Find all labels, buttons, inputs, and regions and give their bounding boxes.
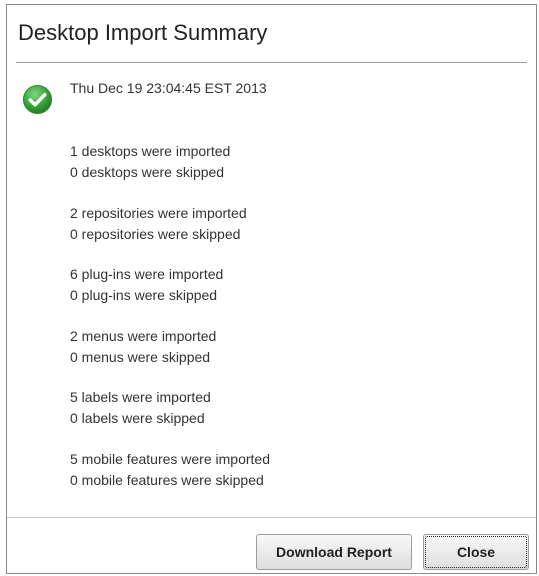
summary-group-labels: 5 labels were imported 0 labels were ski… xyxy=(70,387,270,449)
check-circle-icon xyxy=(22,84,53,115)
summary-group-desktops: 1 desktops were imported 0 desktops were… xyxy=(70,141,270,203)
summary-group-plug-ins: 6 plug-ins were imported 0 plug-ins were… xyxy=(70,264,270,326)
summary-group-menus: 2 menus were imported 0 menus were skipp… xyxy=(70,326,270,388)
summary-skipped-line: 0 repositories were skipped xyxy=(70,225,241,242)
dialog-title: Desktop Import Summary xyxy=(18,20,268,45)
footer-divider xyxy=(7,517,536,518)
summary-imported-line: 2 repositories were imported xyxy=(70,204,247,221)
summary-skipped-line: 0 labels were skipped xyxy=(70,410,205,427)
summary-skipped-line: 0 mobile features were skipped xyxy=(70,471,264,488)
summary-imported-line: 5 mobile features were imported xyxy=(70,450,270,467)
import-summary-dialog: Desktop Import Summary Thu Dec 19 23:04:… xyxy=(6,4,537,574)
summary-skipped-line: 0 desktops were skipped xyxy=(70,164,225,180)
summary-skipped-line: 0 menus were skipped xyxy=(70,348,211,365)
download-report-button[interactable]: Download Report xyxy=(256,534,412,570)
close-button-label: Close xyxy=(456,544,496,560)
summary-imported-line: 6 plug-ins were imported xyxy=(70,266,224,283)
title-divider xyxy=(16,62,527,63)
summary-imported-line: 2 menus were imported xyxy=(70,327,217,344)
summary-imported-line: 1 desktops were imported xyxy=(70,143,231,159)
summary-skipped-line: 0 plug-ins were skipped xyxy=(70,287,218,304)
summary-group-repositories: 2 repositories were imported 0 repositor… xyxy=(70,203,270,265)
summary-imported-line: 5 labels were imported xyxy=(70,389,211,406)
close-button[interactable]: Close xyxy=(423,534,529,570)
import-summary-list: 1 desktops were imported 0 desktops were… xyxy=(70,141,270,511)
import-timestamp: Thu Dec 19 23:04:45 EST 2013 xyxy=(70,80,267,96)
summary-group-mobile-features: 5 mobile features were imported 0 mobile… xyxy=(70,449,270,511)
